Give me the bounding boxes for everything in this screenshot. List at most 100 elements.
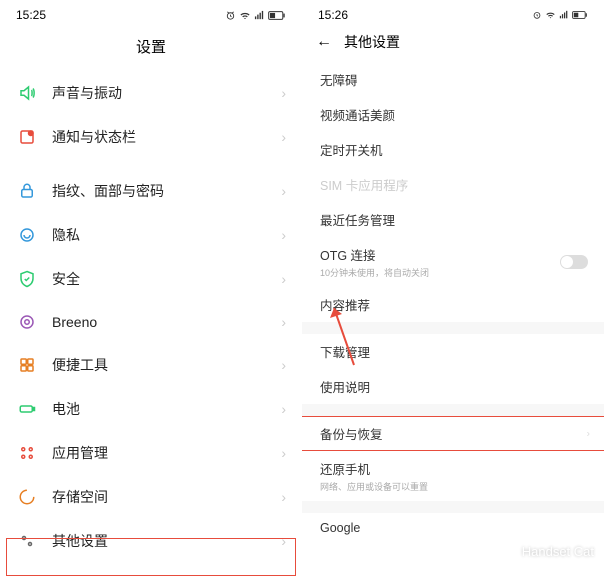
watermark-icon xyxy=(494,540,516,562)
item-google[interactable]: Google xyxy=(302,513,604,543)
item-content-rec[interactable]: 内容推荐 xyxy=(302,287,604,322)
settings-item-notifications[interactable]: 通知与状态栏 › xyxy=(0,115,302,159)
item-recent-tasks[interactable]: 最近任务管理 xyxy=(302,202,604,237)
other-settings-list: 无障碍 视频通话美颜 定时开关机 SIM 卡应用程序 最近任务管理 OTG 连接… xyxy=(302,62,604,543)
item-label: 通知与状态栏 xyxy=(52,127,281,147)
notification-icon xyxy=(16,128,38,146)
status-bar: 15:25 xyxy=(0,0,302,26)
chevron-right-icon: › xyxy=(281,445,286,461)
alarm-icon xyxy=(225,10,236,21)
page-title: 其他设置 xyxy=(344,32,400,52)
chevron-right-icon: › xyxy=(281,85,286,101)
item-label: 无障碍 xyxy=(320,74,358,88)
signal-icon xyxy=(254,10,265,21)
status-time: 15:26 xyxy=(318,8,348,22)
wifi-icon xyxy=(239,10,251,21)
page-title: 设置 xyxy=(0,26,302,71)
item-label: OTG 连接 xyxy=(320,249,376,263)
item-label: 内容推荐 xyxy=(320,299,370,313)
chevron-right-icon: › xyxy=(281,129,286,145)
watermark-text: Handset Cat xyxy=(522,544,594,559)
item-label: 使用说明 xyxy=(320,381,370,395)
section-divider xyxy=(302,322,604,334)
shield-icon xyxy=(16,270,38,288)
item-label: 存储空间 xyxy=(52,487,281,507)
storage-icon xyxy=(16,488,38,506)
settings-item-security[interactable]: 安全 › xyxy=(0,257,302,301)
item-label: 视频通话美颜 xyxy=(320,109,395,123)
status-time: 15:25 xyxy=(16,8,46,22)
item-label: 还原手机 xyxy=(320,463,370,477)
settings-item-tools[interactable]: 便捷工具 › xyxy=(0,343,302,387)
breeno-icon xyxy=(16,313,38,331)
apps-icon xyxy=(16,444,38,462)
item-otg[interactable]: OTG 连接 10分钟未使用，将自动关闭 xyxy=(302,237,604,287)
section-divider xyxy=(302,501,604,513)
settings-item-privacy[interactable]: 隐私 › xyxy=(0,213,302,257)
item-label: 下载管理 xyxy=(320,346,370,360)
privacy-icon xyxy=(16,226,38,244)
chevron-right-icon: › xyxy=(281,357,286,373)
back-arrow-icon[interactable]: ← xyxy=(316,33,332,51)
tools-icon xyxy=(16,356,38,374)
item-label: 其他设置 xyxy=(52,531,281,551)
status-icons xyxy=(532,10,588,20)
item-label: 便捷工具 xyxy=(52,355,281,375)
settings-item-biometrics[interactable]: 指纹、面部与密码 › xyxy=(0,169,302,213)
settings-item-breeno[interactable]: Breeno › xyxy=(0,301,302,343)
battery-icon xyxy=(16,400,38,418)
item-scheduled-power[interactable]: 定时开关机 xyxy=(302,132,604,167)
chevron-right-icon: › xyxy=(587,428,590,439)
settings-item-storage[interactable]: 存储空间 › xyxy=(0,475,302,519)
right-phone-screen: 15:26 ← 其他设置 无障碍 视频通话美颜 定时开关机 SIM 卡应用程序 … xyxy=(302,0,604,576)
item-label: Breeno xyxy=(52,314,281,330)
sound-icon xyxy=(16,84,38,102)
item-backup-restore[interactable]: 备份与恢复 › xyxy=(302,416,604,451)
item-video-beauty[interactable]: 视频通话美颜 xyxy=(302,97,604,132)
item-label: 隐私 xyxy=(52,225,281,245)
item-label: 指纹、面部与密码 xyxy=(52,181,281,201)
chevron-right-icon: › xyxy=(281,489,286,505)
battery-icon xyxy=(572,10,588,20)
item-reset-phone[interactable]: 还原手机 网络、应用或设备可以重置 xyxy=(302,451,604,501)
left-phone-screen: 15:25 设置 声音与振动 › 通知与状态栏 › 指纹、面部与密码 › 隐私 xyxy=(0,0,302,576)
item-label: 最近任务管理 xyxy=(320,214,395,228)
status-icons xyxy=(225,10,286,21)
chevron-right-icon: › xyxy=(281,271,286,287)
item-sublabel: 网络、应用或设备可以重置 xyxy=(320,480,586,493)
item-label: SIM 卡应用程序 xyxy=(320,179,408,193)
chevron-right-icon: › xyxy=(281,533,286,549)
item-label: 安全 xyxy=(52,269,281,289)
settings-item-sound[interactable]: 声音与振动 › xyxy=(0,71,302,115)
settings-item-battery[interactable]: 电池 › xyxy=(0,387,302,431)
watermark: Handset Cat xyxy=(494,540,594,562)
item-label: Google xyxy=(320,521,360,535)
item-label: 电池 xyxy=(52,399,281,419)
item-sim-apps: SIM 卡应用程序 xyxy=(302,167,604,202)
lock-icon xyxy=(16,182,38,200)
section-divider xyxy=(302,404,604,416)
signal-icon xyxy=(559,10,569,20)
wifi-icon xyxy=(545,10,556,20)
chevron-right-icon: › xyxy=(281,227,286,243)
settings-item-apps[interactable]: 应用管理 › xyxy=(0,431,302,475)
item-manual[interactable]: 使用说明 xyxy=(302,369,604,404)
item-download[interactable]: 下载管理 xyxy=(302,334,604,369)
title-bar: ← 其他设置 xyxy=(302,26,604,62)
item-label: 声音与振动 xyxy=(52,83,281,103)
chevron-right-icon: › xyxy=(281,314,286,330)
chevron-right-icon: › xyxy=(281,183,286,199)
alarm-icon xyxy=(532,10,542,20)
item-label: 定时开关机 xyxy=(320,144,383,158)
item-label: 应用管理 xyxy=(52,443,281,463)
item-label: 备份与恢复 xyxy=(320,428,383,442)
chevron-right-icon: › xyxy=(281,401,286,417)
battery-icon xyxy=(268,10,286,21)
settings-list: 声音与振动 › 通知与状态栏 › 指纹、面部与密码 › 隐私 › 安全 › Br… xyxy=(0,71,302,563)
other-icon xyxy=(16,532,38,550)
item-sublabel: 10分钟未使用，将自动关闭 xyxy=(320,266,586,279)
settings-item-other[interactable]: 其他设置 › xyxy=(0,519,302,563)
item-accessibility[interactable]: 无障碍 xyxy=(302,62,604,97)
status-bar: 15:26 xyxy=(302,0,604,26)
toggle-switch[interactable] xyxy=(560,255,588,269)
